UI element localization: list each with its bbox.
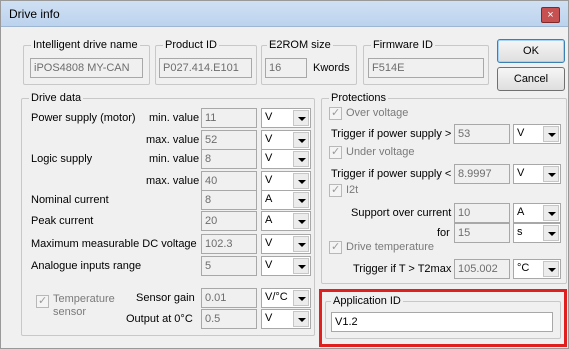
- power-supply-min-field: 11: [201, 108, 257, 128]
- chevron-down-icon[interactable]: [543, 205, 559, 221]
- chevron-down-icon[interactable]: [293, 290, 309, 306]
- cancel-button[interactable]: Cancel: [497, 67, 565, 91]
- power-supply-max-field: 52: [201, 130, 257, 150]
- i2t-support-unit[interactable]: A: [513, 203, 561, 223]
- sensor-gain-field: 0.01: [201, 288, 257, 308]
- chevron-down-icon[interactable]: [543, 126, 559, 142]
- power-supply-max-label: max. value: [146, 134, 200, 146]
- peak-current-field: 20: [201, 211, 257, 231]
- application-id-label: Application ID: [331, 295, 403, 307]
- output-at-0c-field: 0.5: [201, 309, 257, 329]
- chevron-down-icon[interactable]: [293, 236, 309, 252]
- over-voltage-unit[interactable]: V: [513, 124, 561, 144]
- under-voltage-field: 8.9997: [454, 164, 510, 184]
- power-supply-max-unit[interactable]: V: [261, 130, 311, 150]
- nominal-current-unit[interactable]: A: [261, 190, 311, 210]
- i2t-label: I2t: [346, 184, 359, 196]
- i2t-for-field: 15: [454, 223, 510, 243]
- window-title: Drive info: [9, 7, 60, 21]
- drive-temperature-unit[interactable]: °C: [513, 259, 561, 279]
- close-icon[interactable]: ×: [541, 7, 560, 23]
- drive-info-dialog: Drive info × Intelligent drive name iPOS…: [0, 0, 569, 349]
- sensor-gain-unit[interactable]: V/°C: [261, 288, 311, 308]
- firmware-label: Firmware ID: [371, 39, 435, 51]
- under-voltage-checkbox[interactable]: [329, 145, 342, 159]
- drive-temperature-trigger-label: Trigger if T > T2max: [353, 263, 452, 275]
- chevron-down-icon[interactable]: [543, 166, 559, 182]
- chevron-down-icon[interactable]: [293, 110, 309, 126]
- peak-current-unit[interactable]: A: [261, 211, 311, 231]
- e2rom-label: E2ROM size: [267, 39, 333, 51]
- chevron-down-icon[interactable]: [293, 173, 309, 189]
- max-dc-voltage-field: 102.3: [201, 234, 257, 254]
- i2t-for-unit[interactable]: s: [513, 223, 561, 243]
- peak-current-label: Peak current: [31, 215, 94, 227]
- sensor-gain-label: Sensor gain: [136, 292, 195, 304]
- chevron-down-icon[interactable]: [293, 311, 309, 327]
- logic-supply-min-label: min. value: [149, 153, 200, 165]
- under-voltage-label: Under voltage: [346, 146, 415, 158]
- drive-name-label: Intelligent drive name: [31, 39, 140, 51]
- chevron-down-icon[interactable]: [543, 225, 559, 241]
- i2t-checkbox[interactable]: [329, 183, 342, 197]
- firmware-field: F514E: [368, 58, 484, 78]
- power-supply-label: Power supply (motor): [31, 112, 136, 124]
- i2t-support-field: 10: [454, 203, 510, 223]
- i2t-for-label: for: [437, 227, 450, 239]
- nominal-current-label: Nominal current: [31, 194, 109, 206]
- output-at-0c-unit[interactable]: V: [261, 309, 311, 329]
- under-voltage-trigger-label: Trigger if power supply <: [331, 168, 452, 180]
- over-voltage-label: Over voltage: [346, 107, 409, 119]
- drive-data-title: Drive data: [29, 92, 84, 104]
- over-voltage-field: 53: [454, 124, 510, 144]
- temperature-sensor-label-line1: Temperature: [53, 293, 115, 305]
- e2rom-unit: Kwords: [313, 62, 350, 74]
- temperature-sensor-label-line2: sensor: [53, 306, 87, 318]
- drive-temperature-label: Drive temperature: [346, 241, 435, 253]
- analogue-range-unit[interactable]: V: [261, 256, 311, 276]
- chevron-down-icon[interactable]: [543, 261, 559, 277]
- i2t-support-label: Support over current: [351, 207, 452, 219]
- logic-supply-label: Logic supply: [31, 153, 93, 165]
- logic-supply-max-unit[interactable]: V: [261, 171, 311, 191]
- over-voltage-checkbox[interactable]: [329, 106, 342, 120]
- max-dc-voltage-unit[interactable]: V: [261, 234, 311, 254]
- protections-title: Protections: [329, 92, 389, 104]
- logic-supply-max-label: max. value: [146, 175, 200, 187]
- chevron-down-icon[interactable]: [293, 213, 309, 229]
- over-voltage-trigger-label: Trigger if power supply >: [331, 128, 452, 140]
- temperature-sensor-checkbox[interactable]: [36, 294, 49, 308]
- logic-supply-max-field: 40: [201, 171, 257, 191]
- e2rom-field: 16: [265, 58, 307, 78]
- application-id-input[interactable]: V1.2: [331, 312, 553, 332]
- power-supply-min-label: min. value: [149, 112, 200, 124]
- product-id-label: Product ID: [163, 39, 219, 51]
- ok-button[interactable]: OK: [497, 39, 565, 63]
- under-voltage-unit[interactable]: V: [513, 164, 561, 184]
- title-bar: Drive info ×: [1, 1, 568, 27]
- drive-name-field: iPOS4808 MY-CAN: [30, 58, 143, 78]
- drive-temperature-checkbox[interactable]: [329, 240, 342, 254]
- nominal-current-field: 8: [201, 190, 257, 210]
- analogue-range-field: 5: [201, 256, 257, 276]
- output-at-0c-label: Output at 0°C: [126, 313, 193, 325]
- logic-supply-min-unit[interactable]: V: [261, 149, 311, 169]
- max-dc-voltage-label: Maximum measurable DC voltage: [31, 238, 197, 250]
- chevron-down-icon[interactable]: [293, 132, 309, 148]
- chevron-down-icon[interactable]: [293, 151, 309, 167]
- product-id-field: P027.414.E101: [159, 58, 252, 78]
- chevron-down-icon[interactable]: [293, 192, 309, 208]
- power-supply-min-unit[interactable]: V: [261, 108, 311, 128]
- logic-supply-min-field: 8: [201, 149, 257, 169]
- analogue-range-label: Analogue inputs range: [31, 260, 142, 272]
- drive-temperature-field: 105.002: [454, 259, 510, 279]
- chevron-down-icon[interactable]: [293, 258, 309, 274]
